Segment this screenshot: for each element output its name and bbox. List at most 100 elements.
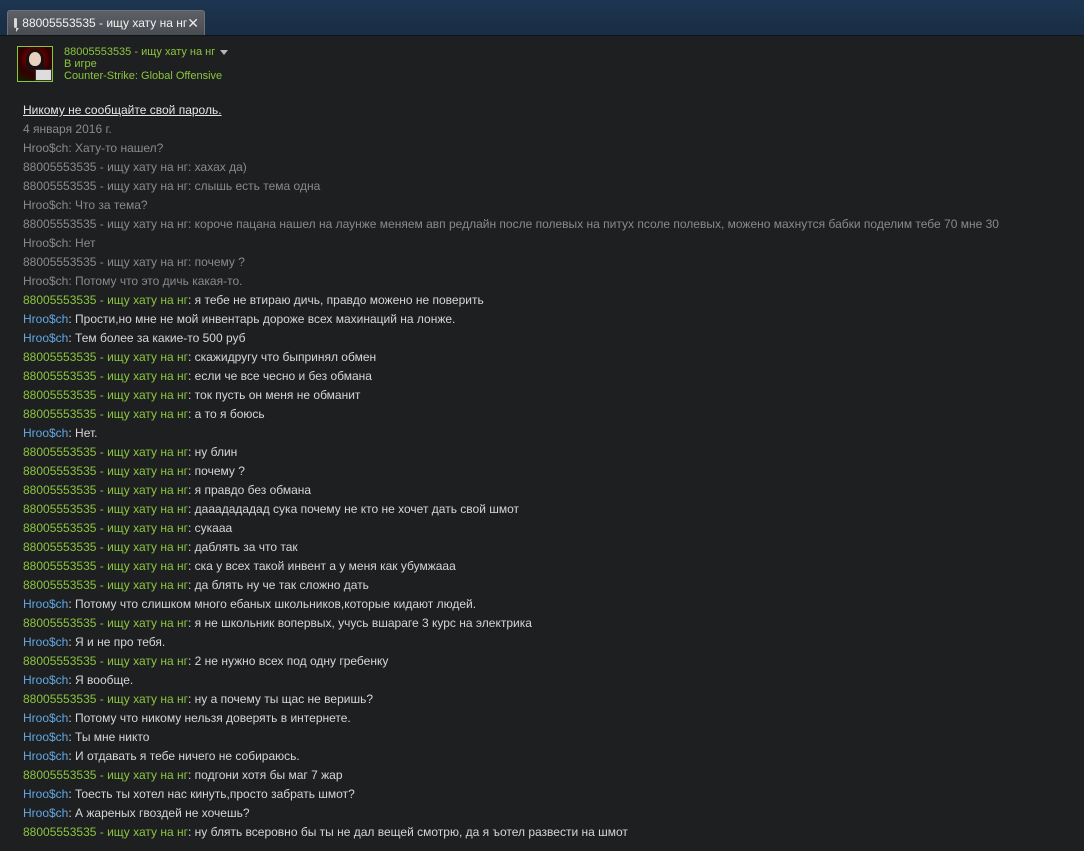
title-bar: 88005553535 - ищу хату на нг ✕ — [0, 0, 1084, 36]
chat-message: Hroo$ch: Хату-то нашел? — [23, 141, 164, 155]
chat-message: 88005553535 - ищу хату на нг: я не школь… — [23, 616, 532, 630]
tab-title: 88005553535 - ищу хату на нг — [22, 16, 188, 30]
avatar[interactable] — [17, 46, 53, 82]
message-sender: Hroo$ch — [23, 787, 69, 801]
message-text: Что за тема? — [75, 198, 148, 212]
message-sender: 88005553535 - ищу хату на нг — [23, 217, 188, 231]
message-text: Тем более за какие-то 500 руб — [75, 331, 246, 345]
message-sender: 88005553535 - ищу хату на нг — [23, 825, 188, 839]
chat-message: 88005553535 - ищу хату на нг: ток пусть … — [23, 388, 361, 402]
message-sender: 88005553535 - ищу хату на нг — [23, 464, 188, 478]
chat-message: Hroo$ch: Нет — [23, 236, 96, 250]
chat-message: 88005553535 - ищу хату на нг: ска у всех… — [23, 559, 456, 573]
message-text: 2 не нужно всех под одну гребенку — [194, 654, 389, 668]
message-text: ну блять всеровно бы ты не дал вещей смо… — [194, 825, 628, 839]
message-sender: 88005553535 - ищу хату на нг — [23, 445, 188, 459]
chat-message: 88005553535 - ищу хату на нг: даблять за… — [23, 540, 298, 554]
message-text: почему ? — [194, 464, 245, 478]
friend-name: 88005553535 - ищу хату на нг — [64, 46, 216, 58]
message-text: А жареных гвоздей не хочешь? — [75, 806, 250, 820]
message-sender: 88005553535 - ищу хату на нг — [23, 293, 188, 307]
message-sender: Hroo$ch — [23, 236, 69, 250]
chat-message: 88005553535 - ищу хату на нг: да блять н… — [23, 578, 369, 592]
message-sender: 88005553535 - ищу хату на нг — [23, 616, 188, 630]
message-text: Потому что это дичь какая-то. — [75, 274, 243, 288]
message-sender: Hroo$ch — [23, 597, 69, 611]
chat-tab[interactable]: 88005553535 - ищу хату на нг ✕ — [7, 10, 205, 35]
chat-message: Hroo$ch: А жареных гвоздей не хочешь? — [23, 806, 250, 820]
chat-message: 88005553535 - ищу хату на нг: ну а почем… — [23, 692, 374, 706]
chat-message: Hroo$ch: Потому что это дичь какая-то. — [23, 274, 243, 288]
message-text: ска у всех такой инвент а у меня как убу… — [194, 559, 456, 573]
message-text: слышь есть тема одна — [194, 179, 321, 193]
message-text: Ты мне никто — [75, 730, 150, 744]
message-text: короче пацана нашел на лаунже меняем авп… — [194, 217, 999, 231]
message-sender: Hroo$ch — [23, 312, 69, 326]
message-sender: 88005553535 - ищу хату на нг — [23, 692, 188, 706]
chat-message: 88005553535 - ищу хату на нг: ну блять в… — [23, 825, 628, 839]
chat-message: 88005553535 - ищу хату на нг: короче пац… — [23, 217, 999, 231]
message-text: И отдавать я тебе ничего не собираюсь. — [75, 749, 300, 763]
message-text: Я вообще. — [75, 673, 134, 687]
message-text: Прости,но мне не мой инвентарь дороже вс… — [75, 312, 456, 326]
chat-message: Hroo$ch: Я вообще. — [23, 673, 134, 687]
chat-message: Hroo$ch: Что за тема? — [23, 198, 148, 212]
message-sender: Hroo$ch — [23, 730, 69, 744]
message-text: а то я боюсь — [194, 407, 265, 421]
message-text: Хату-то нашел? — [75, 141, 164, 155]
chat-message: Hroo$ch: Нет. — [23, 426, 98, 440]
message-text: почему ? — [194, 255, 245, 269]
close-icon[interactable]: ✕ — [187, 16, 199, 30]
message-sender: 88005553535 - ищу хату на нг — [23, 521, 188, 535]
chat-message: 88005553535 - ищу хату на нг: а то я бою… — [23, 407, 265, 421]
chat-message: 88005553535 - ищу хату на нг: 2 не нужно… — [23, 654, 389, 668]
message-sender: 88005553535 - ищу хату на нг — [23, 407, 188, 421]
friend-name-dropdown[interactable]: 88005553535 - ищу хату на нг — [64, 46, 229, 58]
chat-message: Hroo$ch: Прости,но мне не мой инвентарь … — [23, 312, 456, 326]
chat-message: 88005553535 - ищу хату на нг: почему ? — [23, 464, 245, 478]
chat-message: 88005553535 - ищу хату на нг: почему ? — [23, 255, 245, 269]
chat-message: 88005553535 - ищу хату на нг: подгони хо… — [23, 768, 343, 782]
message-sender: 88005553535 - ищу хату на нг — [23, 369, 188, 383]
message-text: дааадададад сука почему не кто не хочет … — [194, 502, 520, 516]
message-sender: Hroo$ch — [23, 331, 69, 345]
message-text: я тебе не втираю дичь, правдо можено не … — [194, 293, 484, 307]
chat-message: Hroo$ch: Тоесть ты хотел нас кинуть,прос… — [23, 787, 355, 801]
message-sender: Hroo$ch — [23, 749, 69, 763]
message-sender: 88005553535 - ищу хату на нг — [23, 388, 188, 402]
chat-message: 88005553535 - ищу хату на нг: хахах да) — [23, 160, 247, 174]
message-text: Я и не про тебя. — [75, 635, 166, 649]
chat-log: Никому не сообщайте свой пароль. 4 январ… — [23, 101, 1084, 842]
chat-message: Hroo$ch: Потому что никому нельзя доверя… — [23, 711, 351, 725]
message-sender: Hroo$ch — [23, 673, 69, 687]
message-sender: Hroo$ch — [23, 711, 69, 725]
password-warning-link[interactable]: Никому не сообщайте свой пароль. — [23, 101, 1084, 120]
message-sender: 88005553535 - ищу хату на нг — [23, 255, 188, 269]
chat-bubble-icon — [14, 18, 20, 32]
chevron-down-icon[interactable] — [220, 49, 229, 55]
message-sender: 88005553535 - ищу хату на нг — [23, 768, 188, 782]
message-text: подгони хотя бы маг 7 жар — [194, 768, 343, 782]
message-text: Тоесть ты хотел нас кинуть,просто забрат… — [75, 787, 355, 801]
message-sender: Hroo$ch — [23, 141, 69, 155]
message-sender: 88005553535 - ищу хату на нг — [23, 160, 188, 174]
chat-message: Hroo$ch: Тем более за какие-то 500 руб — [23, 331, 246, 345]
message-text: я не школьник вопервых, учусь вшараге 3 … — [194, 616, 532, 630]
message-text: ток пусть он меня не обманит — [194, 388, 361, 402]
chat-message: 88005553535 - ищу хату на нг: ну блин — [23, 445, 238, 459]
message-sender: Hroo$ch — [23, 806, 69, 820]
message-text: Нет. — [75, 426, 98, 440]
friend-game: Counter-Strike: Global Offensive — [64, 70, 223, 82]
chat-message: 88005553535 - ищу хату на нг: сукааа — [23, 521, 233, 535]
message-text: если че все чесно и без обмана — [194, 369, 372, 383]
chat-message: 88005553535 - ищу хату на нг: я правдо б… — [23, 483, 312, 497]
chat-message: Hroo$ch: Я и не про тебя. — [23, 635, 166, 649]
message-sender: Hroo$ch — [23, 635, 69, 649]
friend-info: 88005553535 - ищу хату на нг В игре Coun… — [64, 46, 229, 82]
message-text: хахах да) — [194, 160, 247, 174]
chat-message: Hroo$ch: И отдавать я тебе ничего не соб… — [23, 749, 300, 763]
message-sender: Hroo$ch — [23, 198, 69, 212]
message-sender: Hroo$ch — [23, 274, 69, 288]
chat-message: 88005553535 - ищу хату на нг: я тебе не … — [23, 293, 484, 307]
friend-status: В игре — [64, 58, 97, 70]
